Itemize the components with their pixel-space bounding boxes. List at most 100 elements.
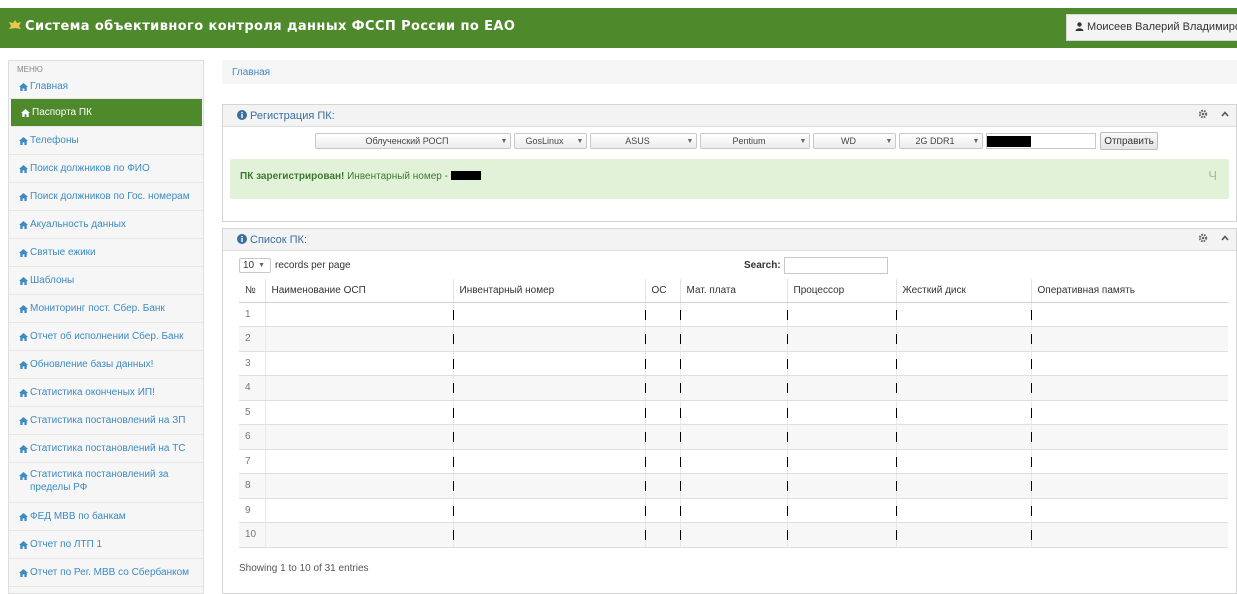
- column-header[interactable]: Инвентарный номер: [452, 279, 645, 303]
- sidebar-item[interactable]: Шаблоны: [9, 267, 203, 295]
- user-menu[interactable]: Моисеев Валерий Владимирович: [1066, 14, 1237, 41]
- table-info: Showing 1 to 10 of 31 entries: [239, 563, 369, 574]
- search-input[interactable]: [783, 257, 888, 274]
- osp-select[interactable]: Облученский РОСП ▼: [315, 133, 511, 149]
- sidebar-item[interactable]: Поиск должников по Гос. номерам: [9, 183, 203, 211]
- inventory-number-input[interactable]: [986, 133, 1096, 149]
- pc-list-title: Список ПК:: [250, 234, 308, 246]
- chevron-down-icon: ▼: [686, 137, 694, 145]
- sidebar-item[interactable]: Телефоны: [9, 127, 203, 155]
- hdd-select[interactable]: WD ▼: [813, 133, 896, 149]
- table-cell: [264, 522, 453, 548]
- table-cell: [1030, 473, 1228, 499]
- sidebar-item[interactable]: Статистика постановлений на ТС: [9, 435, 203, 463]
- column-header[interactable]: Мат. плата: [679, 279, 787, 303]
- sidebar: МЕНЮ Главная Паспорта ПК Телефоны Поиск дол…: [8, 60, 204, 594]
- table-cell: [786, 400, 896, 425]
- table-cell: [264, 351, 453, 376]
- home-icon: [19, 444, 28, 453]
- ram-select[interactable]: 2G DDR1 ▼: [899, 133, 983, 149]
- pc-list-panel: Список ПК: 10 ▼ records per page Search: …: [222, 228, 1237, 594]
- column-header[interactable]: Оперативная память: [1030, 279, 1228, 303]
- motherboard-select[interactable]: ASUS ▼: [590, 133, 697, 149]
- home-icon: [19, 220, 28, 229]
- registration-form: Облученский РОСП ▼ GosLinux ▼ ASUS ▼ Pentiu…: [315, 132, 1158, 150]
- submit-button[interactable]: Отправить: [1100, 132, 1158, 150]
- breadcrumb-home-link[interactable]: Главная: [232, 67, 270, 78]
- gear-icon[interactable]: [1198, 233, 1208, 243]
- table-cell: [786, 326, 896, 352]
- sidebar-item[interactable]: Паспорта ПК: [11, 99, 202, 127]
- page-length-value: 10: [243, 260, 255, 271]
- table-row[interactable]: 4: [239, 375, 1228, 401]
- os-select-value: GosLinux: [525, 136, 564, 146]
- table-cell: [786, 302, 896, 327]
- app-title[interactable]: Система объективного контроля данных ФСС…: [8, 19, 515, 34]
- table-cell: [644, 449, 680, 474]
- table-row[interactable]: 2: [239, 326, 1228, 352]
- os-select[interactable]: GosLinux ▼: [514, 133, 587, 149]
- osp-select-value: Облученский РОСП: [365, 136, 449, 146]
- table-cell: [895, 400, 1031, 425]
- home-icon: [19, 471, 28, 480]
- sidebar-item[interactable]: Поиск должников по ФИО: [9, 155, 203, 183]
- row-number-cell: 9: [239, 498, 1174, 523]
- table-cell: [1030, 326, 1228, 352]
- registration-panel: Регистрация ПК: Облученский РОСП ▼ GosLin…: [222, 104, 1237, 222]
- sidebar-item[interactable]: Отчет по Рег. МВВ со Сбербанком: [9, 559, 203, 587]
- page-length-control: 10 ▼ records per page: [239, 258, 351, 273]
- table-row[interactable]: 8: [239, 473, 1228, 499]
- table-cell: [895, 302, 1031, 327]
- table-cell: [1030, 449, 1228, 474]
- alert-close-button[interactable]: Ч: [1208, 168, 1217, 183]
- registration-title: Регистрация ПК:: [250, 110, 335, 122]
- table-cell: [264, 473, 453, 499]
- sidebar-item[interactable]: Святые ежики: [9, 239, 203, 267]
- table-row[interactable]: 9: [239, 498, 1228, 523]
- column-header[interactable]: ОС: [644, 279, 680, 303]
- table-cell: [679, 326, 787, 352]
- sidebar-item[interactable]: Обновление базы данных!: [9, 351, 203, 379]
- breadcrumb: Главная: [222, 60, 1237, 84]
- table-cell: [644, 351, 680, 376]
- sidebar-item[interactable]: Статистика постановлений за пределы РФ: [9, 463, 203, 503]
- sidebar-item[interactable]: Статистика постановлений на ЗП: [9, 407, 203, 435]
- sidebar-item-label: Мониторинг пост. Сбер. Банк: [30, 303, 165, 314]
- sidebar-item[interactable]: Главная: [9, 75, 203, 99]
- chevron-up-icon[interactable]: [1220, 233, 1230, 243]
- table-row[interactable]: 3: [239, 351, 1228, 376]
- table-row[interactable]: 6: [239, 424, 1228, 450]
- sidebar-item[interactable]: Мониторинг пост. Сбер. Банк: [9, 295, 203, 323]
- column-header[interactable]: Процессор: [786, 279, 896, 303]
- table-cell: [452, 351, 645, 376]
- chevron-up-icon[interactable]: [1220, 109, 1230, 119]
- table-cell: [264, 424, 453, 450]
- home-icon: [19, 512, 28, 521]
- gear-icon[interactable]: [1198, 109, 1208, 119]
- table-cell: [452, 424, 645, 450]
- table-row[interactable]: 10: [239, 522, 1228, 548]
- records-per-page-label: records per page: [275, 260, 351, 271]
- cpu-select[interactable]: Pentium ▼: [700, 133, 810, 149]
- chevron-down-icon: ▼: [576, 137, 584, 145]
- column-header[interactable]: Жесткий диск: [895, 279, 1031, 303]
- table-cell: [644, 424, 680, 450]
- top-navbar: Система объективного контроля данных ФСС…: [0, 8, 1237, 48]
- chevron-down-icon: ▼: [258, 262, 266, 269]
- table-cell: [895, 351, 1031, 376]
- table-search: Search:: [744, 257, 888, 274]
- page-length-select[interactable]: 10 ▼: [239, 258, 271, 273]
- table-row[interactable]: 5: [239, 400, 1228, 425]
- column-header[interactable]: Наименование ОСП: [264, 279, 453, 303]
- table-cell: [644, 375, 680, 401]
- sidebar-item[interactable]: Отчет по ЛТП 1: [9, 531, 203, 559]
- column-header[interactable]: №: [239, 279, 265, 303]
- home-icon: [19, 388, 28, 397]
- table-row[interactable]: 1: [239, 302, 1228, 327]
- sidebar-item[interactable]: Акуальность данных: [9, 211, 203, 239]
- sidebar-item[interactable]: Статистика оконченых ИП!: [9, 379, 203, 407]
- sidebar-item[interactable]: Отчет об исполнении Сбер. Банк: [9, 323, 203, 351]
- sidebar-item[interactable]: ФЕД МВВ по банкам: [9, 503, 203, 531]
- table-cell: [679, 400, 787, 425]
- table-row[interactable]: 7: [239, 449, 1228, 474]
